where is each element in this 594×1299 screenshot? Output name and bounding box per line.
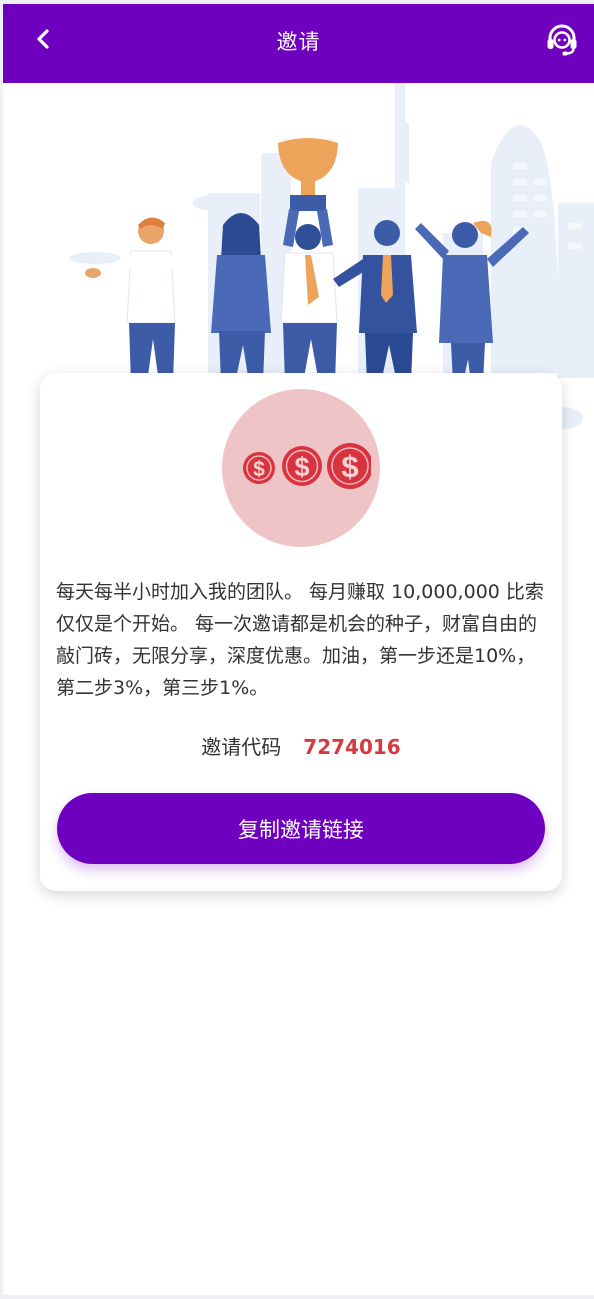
- customer-service-headset-icon: [545, 22, 579, 60]
- svg-text:$: $: [253, 458, 265, 481]
- invite-card: $ $ $ 每天每半小时加入我的团队。 每月赚取 10,000,000 比索仅仅…: [40, 373, 562, 891]
- invite-code-value: 7274016: [303, 735, 401, 759]
- svg-text:$: $: [294, 452, 309, 482]
- dollar-coins-icon: $ $ $: [231, 436, 373, 500]
- customer-service-button[interactable]: [542, 21, 582, 61]
- coin-badge: $ $ $: [222, 389, 380, 547]
- invite-description: 每天每半小时加入我的团队。 每月赚取 10,000,000 比索仅仅是个开始。 …: [56, 581, 544, 699]
- top-bar: 邀请: [3, 4, 594, 83]
- svg-text:$: $: [341, 449, 358, 484]
- app-frame: 邀请 $ $ $ 每天每半小时加入我的团队。 每月赚取 10,000,000 比…: [3, 4, 594, 1295]
- copy-invite-link-button[interactable]: 复制邀请链接: [57, 793, 545, 864]
- invite-code-label: 邀请代码: [201, 735, 282, 759]
- page-title: 邀请: [276, 30, 321, 54]
- invite-code-row: 邀请代码 7274016: [40, 731, 562, 760]
